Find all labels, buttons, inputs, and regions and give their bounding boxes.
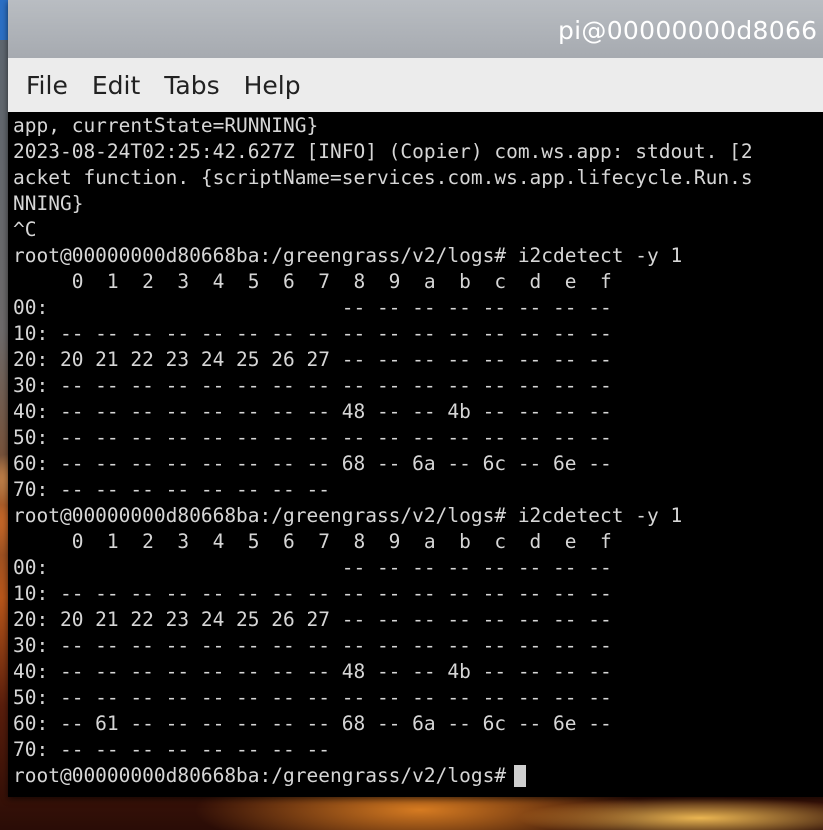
terminal-line: 60: -- -- -- -- -- -- -- -- 68 -- 6a -- … — [13, 452, 612, 475]
terminal-line: 40: -- -- -- -- -- -- -- -- 48 -- -- 4b … — [13, 660, 612, 683]
terminal-line: 50: -- -- -- -- -- -- -- -- -- -- -- -- … — [13, 686, 612, 709]
terminal-line: 20: 20 21 22 23 24 25 26 27 -- -- -- -- … — [13, 608, 612, 631]
text-cursor — [514, 765, 527, 787]
command-prompt-line[interactable]: root@00000000d80668ba:/greengrass/v2/log… — [8, 763, 823, 789]
terminal-line: root@00000000d80668ba:/greengrass/v2/log… — [13, 504, 683, 527]
terminal-line: 20: 20 21 22 23 24 25 26 27 -- -- -- -- … — [13, 348, 612, 371]
terminal-output[interactable]: app, currentState=RUNNING} 2023-08-24T02… — [8, 113, 823, 797]
terminal-line: 0 1 2 3 4 5 6 7 8 9 a b c d e f — [13, 530, 612, 553]
terminal-line: 2023-08-24T02:25:42.627Z [INFO] (Copier)… — [13, 140, 753, 163]
terminal-line: app, currentState=RUNNING} — [13, 114, 319, 137]
terminal-line: 70: -- -- -- -- -- -- -- -- — [13, 478, 330, 501]
terminal-line: 10: -- -- -- -- -- -- -- -- -- -- -- -- … — [13, 322, 612, 345]
terminal-line: 50: -- -- -- -- -- -- -- -- -- -- -- -- … — [13, 426, 612, 449]
menu-bar: File Edit Tabs Help — [8, 58, 823, 112]
terminal-line: 0 1 2 3 4 5 6 7 8 9 a b c d e f — [13, 270, 612, 293]
terminal-line: root@00000000d80668ba:/greengrass/v2/log… — [13, 244, 683, 267]
terminal-line: 00: -- -- -- -- -- -- -- -- — [13, 556, 612, 579]
shell-prompt: root@00000000d80668ba:/greengrass/v2/log… — [13, 764, 507, 787]
terminal-line: 10: -- -- -- -- -- -- -- -- -- -- -- -- … — [13, 582, 612, 605]
terminal-line: 00: -- -- -- -- -- -- -- -- — [13, 296, 612, 319]
terminal-line: NNING} — [13, 192, 84, 215]
terminal-line: 60: -- 61 -- -- -- -- -- -- 68 -- 6a -- … — [13, 712, 612, 735]
terminal-window[interactable]: pi@00000000d8066 File Edit Tabs Help app… — [8, 0, 823, 797]
menu-file[interactable]: File — [8, 58, 80, 112]
terminal-line: 30: -- -- -- -- -- -- -- -- -- -- -- -- … — [13, 374, 612, 397]
menu-edit[interactable]: Edit — [80, 58, 152, 112]
terminal-line: 30: -- -- -- -- -- -- -- -- -- -- -- -- … — [13, 634, 612, 657]
menu-help[interactable]: Help — [232, 58, 313, 112]
menu-tabs[interactable]: Tabs — [152, 58, 231, 112]
terminal-line: 70: -- -- -- -- -- -- -- -- — [13, 738, 330, 761]
window-title: pi@00000000d8066 — [558, 16, 818, 45]
terminal-line: acket function. {scriptName=services.com… — [13, 166, 753, 189]
terminal-line: ^C — [13, 218, 37, 241]
terminal-line: 40: -- -- -- -- -- -- -- -- 48 -- -- 4b … — [13, 400, 612, 423]
window-titlebar[interactable]: pi@00000000d8066 — [8, 0, 823, 58]
